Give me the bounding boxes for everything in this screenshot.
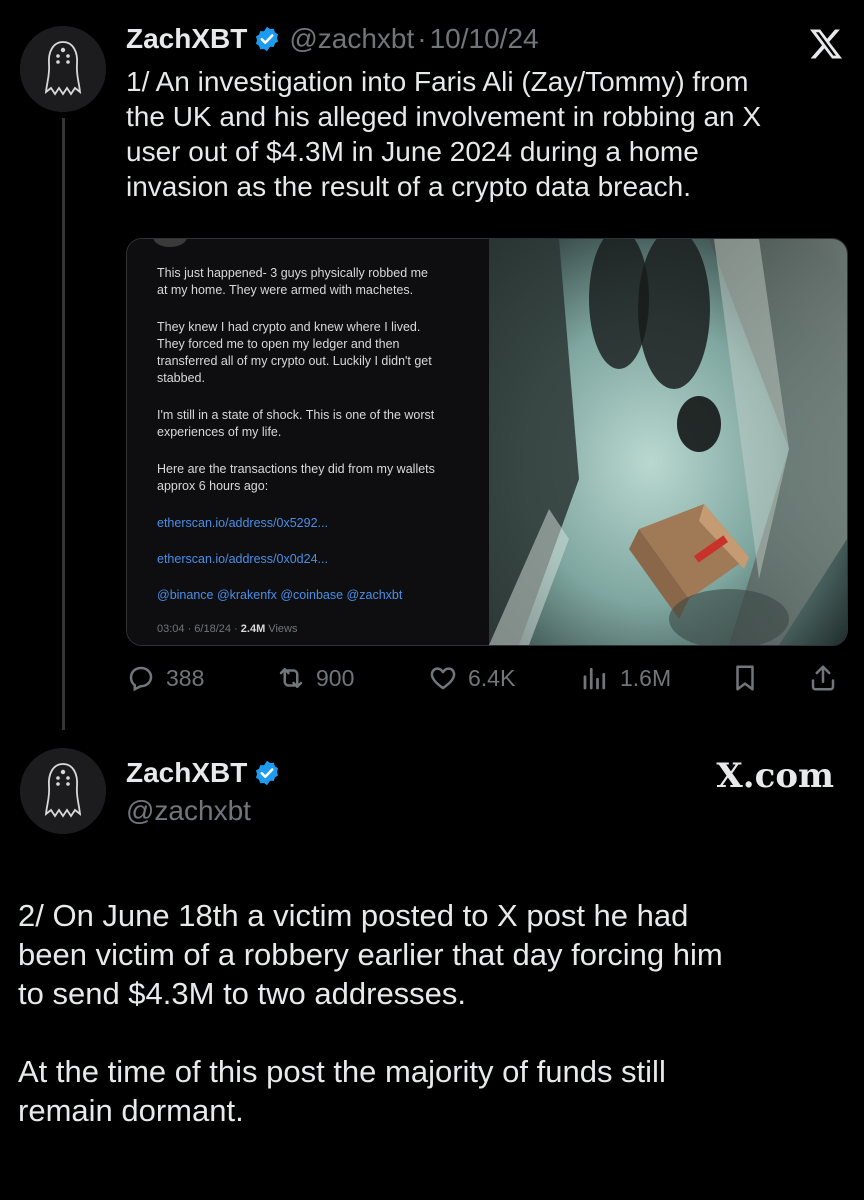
heart-icon — [430, 667, 456, 690]
cctv-photo — [489, 239, 847, 645]
tweet-body: 1/ An investigation into Faris Ali (Zay/… — [126, 64, 846, 204]
reply-button[interactable]: 388 — [126, 656, 204, 700]
embedded-mentions: @binance @krakenfx @coinbase @zachxbt — [157, 588, 403, 602]
avatar[interactable] — [20, 748, 106, 834]
tweet-body: 2/ On June 18th a victim posted to X pos… — [18, 896, 848, 1130]
embedded-link: etherscan.io/address/0x0d24... — [157, 552, 328, 566]
embedded-link: etherscan.io/address/0x5292... — [157, 516, 328, 530]
verified-badge-icon — [256, 26, 279, 52]
author-name[interactable]: ZachXBT — [126, 756, 247, 790]
tweet-line: remain dormant. — [18, 1093, 244, 1128]
repost-count: 900 — [316, 664, 355, 691]
tweet-line: been victim of a robbery earlier that da… — [18, 937, 723, 972]
embedded-text: They knew I had crypto and knew where I … — [157, 320, 432, 385]
like-button[interactable]: 6.4K — [428, 656, 515, 700]
share-icon — [811, 665, 835, 691]
views-button[interactable]: 1.6M — [580, 656, 671, 700]
ghost-avatar-icon — [20, 26, 106, 112]
tweet-header: ZachXBT @zachxbt · 10/10/24 — [126, 22, 539, 56]
embedded-tweet-screenshot: This just happened- 3 guys physically ro… — [127, 239, 489, 645]
x-com-logo[interactable]: X.com — [690, 756, 834, 796]
embedded-meta: 03:04 · 6/18/24 · 2.4M Views — [157, 623, 298, 635]
tweet-header: ZachXBT — [126, 756, 289, 790]
cctv-photo-image — [489, 239, 847, 645]
author-handle[interactable]: @zachxbt — [126, 794, 251, 828]
embedded-avatar — [153, 239, 187, 247]
tweet-line: At the time of this post the majority of… — [18, 1054, 666, 1089]
views-count: 1.6M — [620, 664, 672, 691]
tweet-date[interactable]: 10/10/24 — [430, 22, 539, 56]
tweet-line: 2/ On June 18th a victim posted to X pos… — [18, 898, 689, 933]
avatar[interactable] — [20, 26, 106, 112]
embedded-text: This just happened- 3 guys physically ro… — [157, 266, 428, 297]
tweet-line: 1/ An investigation into Faris Ali (Zay/… — [126, 66, 749, 97]
tweet-actions: 388 900 6.4K 1.6M — [126, 656, 846, 700]
tweet-line: invasion as the result of a crypto data … — [126, 171, 691, 202]
like-count: 6.4K — [468, 664, 516, 691]
repost-button[interactable]: 900 — [276, 656, 354, 700]
tweet-line: the UK and his alleged involvement in ro… — [126, 101, 762, 132]
verified-badge-icon — [256, 760, 279, 786]
embedded-text: I'm still in a state of shock. This is o… — [157, 408, 435, 439]
author-name[interactable]: ZachXBT — [126, 22, 247, 56]
reply-icon — [129, 666, 153, 692]
thread-connector-line — [62, 118, 65, 730]
embedded-text: Here are the transactions they did from … — [157, 462, 435, 493]
tweet-media[interactable]: This just happened- 3 guys physically ro… — [126, 238, 848, 646]
author-handle[interactable]: @zachxbt — [289, 22, 414, 56]
ghost-avatar-icon — [20, 748, 106, 834]
reply-count: 388 — [166, 664, 205, 691]
analytics-bars-icon — [583, 667, 606, 690]
tweet-line: to send $4.3M to two addresses. — [18, 976, 467, 1011]
separator-dot: · — [417, 23, 427, 54]
bookmark-icon — [736, 665, 754, 691]
repost-icon — [279, 668, 303, 688]
x-logo-icon[interactable] — [808, 28, 844, 60]
tweet-line: user out of $4.3M in June 2024 during a … — [126, 136, 699, 167]
bookmark-button[interactable] — [730, 656, 770, 700]
share-button[interactable] — [808, 656, 848, 700]
